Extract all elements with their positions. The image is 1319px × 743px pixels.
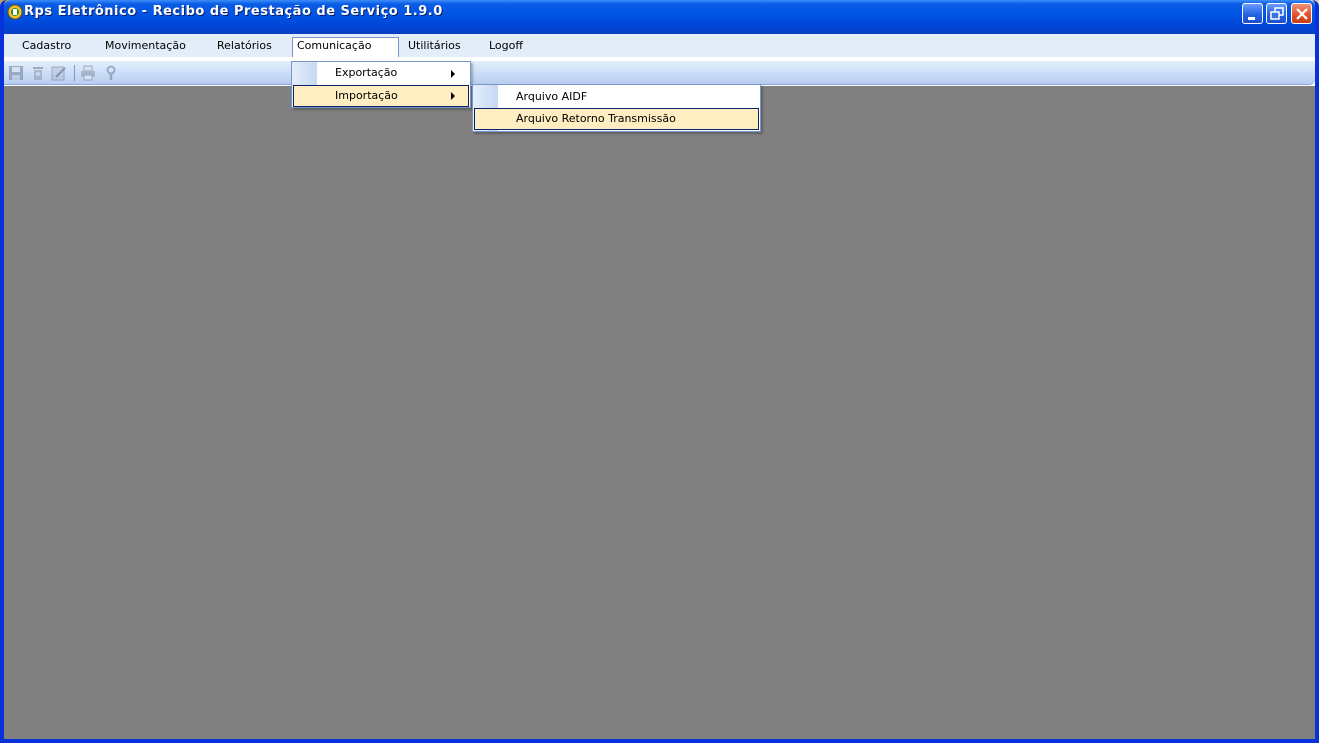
close-button[interactable] bbox=[1291, 3, 1312, 24]
menu-item-label: Importação bbox=[335, 89, 398, 102]
mdi-client-area bbox=[4, 86, 1315, 739]
app-logo-icon bbox=[7, 4, 23, 20]
menu-logoff[interactable]: Logoff bbox=[485, 37, 527, 55]
delete-icon[interactable] bbox=[30, 65, 46, 81]
menu-item-arquivo-retorno-transmissao[interactable]: Arquivo Retorno Transmissão bbox=[474, 108, 759, 130]
edit-icon[interactable] bbox=[51, 65, 67, 81]
menu-item-exportacao[interactable]: Exportação bbox=[293, 63, 469, 85]
menu-relatorios[interactable]: Relatórios bbox=[213, 37, 276, 55]
submenu-arrow-icon bbox=[451, 92, 455, 100]
menu-item-importacao[interactable]: Importação bbox=[293, 85, 469, 107]
save-icon[interactable] bbox=[8, 65, 24, 81]
submenu-arrow-icon bbox=[451, 70, 455, 78]
menu-item-arquivo-aidf[interactable]: Arquivo AIDF bbox=[474, 87, 759, 109]
menu-movimentacao[interactable]: Movimentação bbox=[101, 37, 190, 55]
title-bar[interactable]: Rps Eletrônico - Recibo de Prestação de … bbox=[4, 0, 1315, 34]
importacao-submenu: Arquivo AIDF Arquivo Retorno Transmissão bbox=[472, 84, 761, 132]
print-icon[interactable] bbox=[80, 65, 96, 81]
restore-icon bbox=[1270, 7, 1284, 20]
menu-item-label: Arquivo AIDF bbox=[516, 90, 588, 103]
menu-utilitarios[interactable]: Utilitários bbox=[404, 37, 465, 55]
window-edge bbox=[1315, 480, 1319, 743]
close-icon bbox=[1296, 8, 1308, 20]
menu-comunicacao[interactable]: Comunicação bbox=[292, 37, 399, 57]
minimize-icon bbox=[1248, 17, 1255, 20]
menu-bar: Cadastro Movimentação Relatórios Comunic… bbox=[4, 34, 1315, 57]
restore-button[interactable] bbox=[1266, 3, 1287, 24]
menu-item-label: Exportação bbox=[335, 66, 398, 79]
comunicacao-menu: Exportação Importação bbox=[291, 61, 471, 108]
menu-item-label: Arquivo Retorno Transmissão bbox=[516, 112, 676, 125]
toolbar bbox=[4, 61, 1315, 85]
help-icon[interactable] bbox=[103, 65, 119, 81]
menu-cadastro[interactable]: Cadastro bbox=[18, 37, 75, 55]
window-title: Rps Eletrônico - Recibo de Prestação de … bbox=[24, 4, 443, 19]
toolbar-separator bbox=[74, 65, 75, 81]
minimize-button[interactable] bbox=[1242, 3, 1263, 24]
